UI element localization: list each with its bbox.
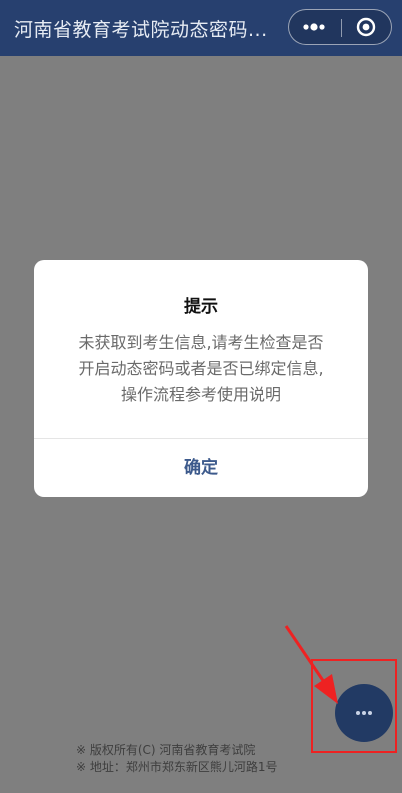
- dialog-title: 提示: [184, 297, 218, 317]
- dialog-message-line: 操作流程参考使用说明: [120, 385, 281, 404]
- page: 河南省教育考试院动态密码... 提示 未获取到考生信息,请考生检查是否 开启动态…: [0, 0, 402, 793]
- more-dots-icon: [303, 23, 325, 31]
- more-button[interactable]: [289, 10, 341, 44]
- page-title: 河南省教育考试院动态密码...: [14, 19, 268, 41]
- footer: ※ 版权所有(C) 河南省教育考试院 ※ 地址：郑州市郑东新区熊儿河路1号: [76, 742, 336, 776]
- annotation-highlight-box: [311, 659, 397, 753]
- address-text: ※ 地址：郑州市郑东新区熊儿河路1号: [76, 760, 278, 774]
- copyright-text: ※ 版权所有(C) 河南省教育考试院: [76, 743, 256, 757]
- target-close-icon: [356, 17, 376, 37]
- dialog-message: 未获取到考生信息,请考生检查是否 开启动态密码或者是否已绑定信息, 操作流程参考…: [64, 330, 338, 408]
- close-button[interactable]: [342, 10, 392, 44]
- confirm-button[interactable]: 确定: [34, 439, 368, 497]
- dialog-message-line: 未获取到考生信息,请考生检查是否: [78, 333, 324, 352]
- dialog-message-line: 开启动态密码或者是否已绑定信息,: [78, 359, 324, 378]
- navbar: 河南省教育考试院动态密码...: [0, 0, 402, 56]
- mini-program-capsule: [288, 9, 392, 45]
- alert-dialog: 提示 未获取到考生信息,请考生检查是否 开启动态密码或者是否已绑定信息, 操作流…: [34, 260, 368, 497]
